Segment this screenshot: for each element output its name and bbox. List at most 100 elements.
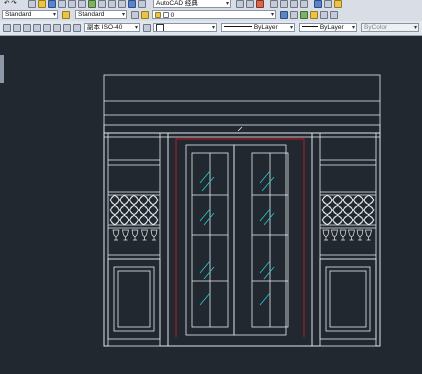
rack-diamond (119, 214, 130, 226)
text-style-dropdown[interactable]: Standard ▾ (2, 10, 58, 19)
cancel-icon[interactable] (256, 0, 264, 8)
grid-icon[interactable] (118, 0, 126, 8)
rack-diamond (109, 214, 121, 226)
layer-dropdown[interactable]: 0 ▾ (152, 10, 276, 19)
dim-scale-dropdown[interactable]: 副本 ISO-40 ▾ (84, 23, 140, 32)
wine-glass (112, 229, 120, 241)
chevron-down-icon: ▾ (52, 12, 56, 18)
chevron-down-icon: ▾ (413, 25, 417, 31)
grid-mode-icon[interactable] (13, 24, 21, 32)
rack-diamond (109, 194, 121, 206)
rack-cell (322, 205, 332, 215)
rack-diamond (147, 204, 159, 216)
pan-icon[interactable] (78, 0, 86, 8)
drawing-canvas[interactable] (0, 35, 422, 374)
layer-icon[interactable] (88, 0, 96, 8)
rack-cell (353, 215, 364, 225)
rack-cell (148, 205, 158, 215)
layer-previous-icon[interactable] (280, 11, 288, 19)
rack-cell (332, 195, 343, 205)
layer-manager-icon[interactable] (141, 11, 149, 19)
color-dropdown[interactable]: ▾ (153, 23, 217, 32)
layer-states-icon[interactable] (290, 11, 298, 19)
rack-diamond (321, 214, 333, 226)
properties-toolbar: 副本 ISO-40 ▾ ▾ ByLayer ▾ ByLayer ▾ ByColor ▾ (0, 21, 422, 36)
rack-cell (120, 205, 129, 215)
rack-diamond (352, 204, 365, 216)
dim-style-icon[interactable] (62, 11, 70, 19)
rack-diamond (138, 194, 149, 206)
rack-cell (364, 215, 374, 225)
save-icon[interactable] (48, 0, 56, 8)
rack-diamond (321, 204, 333, 216)
match-prop-icon[interactable] (143, 24, 151, 32)
osnap-icon[interactable] (43, 24, 51, 32)
rack-cell (343, 205, 353, 215)
zoom-previous-icon[interactable] (300, 0, 308, 8)
wine-glass (348, 229, 355, 241)
polar-icon[interactable] (33, 24, 41, 32)
door-frame-red (175, 138, 305, 337)
properties-palette-icon[interactable] (314, 0, 322, 8)
rack-diamond (363, 204, 375, 216)
make-current-icon[interactable] (300, 11, 308, 19)
gear-icon[interactable] (236, 0, 244, 8)
ortho-icon[interactable] (23, 24, 31, 32)
workspace-settings-icon[interactable] (246, 0, 254, 8)
zoom-icon[interactable] (68, 0, 76, 8)
new-file-icon[interactable] (28, 0, 36, 8)
linetype-dropdown[interactable]: ByLayer ▾ (221, 23, 295, 32)
rack-cell (129, 205, 139, 215)
rack-diamond (147, 194, 159, 206)
rack-diamond (352, 194, 365, 206)
open-icon[interactable] (38, 0, 46, 8)
tool-palette-icon[interactable] (334, 0, 342, 8)
right-pilaster (311, 132, 321, 347)
rack-diamond (331, 194, 344, 206)
rack-cell (364, 205, 374, 215)
rack-diamond (119, 204, 130, 216)
cabinet-top-box (103, 74, 381, 138)
table-style-icon[interactable] (131, 11, 139, 19)
properties-icon[interactable] (98, 0, 106, 8)
left-pilaster (159, 132, 169, 347)
rack-diamond (109, 204, 121, 216)
snap-icon[interactable] (3, 24, 11, 32)
rack-diamond (342, 194, 354, 206)
left-hanging-glasses (112, 229, 158, 241)
rack-diamond (119, 194, 130, 206)
wine-glass (122, 229, 129, 241)
workspace-dropdown[interactable]: AutoCAD 经典 ▾ (153, 0, 231, 8)
dim-style-dropdown[interactable]: Standard ▾ (75, 10, 127, 19)
wine-glass (141, 229, 148, 241)
undo-redo-icons[interactable]: ↶ ↷ (4, 0, 17, 8)
dyn-icon[interactable] (63, 24, 71, 32)
plot-style-dropdown[interactable]: ByColor ▾ (361, 23, 419, 32)
layer-isolate-icon[interactable] (320, 11, 328, 19)
print-icon[interactable] (58, 0, 66, 8)
rack-cell (353, 195, 364, 205)
chevron-down-icon: ▾ (289, 25, 293, 31)
chevron-down-icon: ▾ (211, 25, 215, 31)
design-center-icon[interactable] (324, 0, 332, 8)
rack-cell (148, 195, 158, 205)
otrack-icon[interactable] (53, 24, 61, 32)
zoom-realtime-icon[interactable] (280, 0, 288, 8)
lineweight-dropdown[interactable]: ByLayer ▾ (299, 23, 357, 32)
zoom-window-icon[interactable] (290, 0, 298, 8)
rack-diamond (331, 214, 344, 226)
chevron-down-icon: ▾ (351, 25, 355, 31)
layer-freeze-icon[interactable] (330, 11, 338, 19)
layer-walk-icon[interactable] (310, 11, 318, 19)
rack-cell (322, 215, 332, 225)
right-hanging-glasses (322, 229, 372, 241)
rack-cell (148, 215, 158, 225)
lwt-icon[interactable] (73, 24, 81, 32)
right-glass-door (233, 144, 287, 336)
pan-realtime-icon[interactable] (270, 0, 278, 8)
match-icon[interactable] (108, 0, 116, 8)
help-icon[interactable] (138, 0, 146, 8)
rack-diamond (128, 214, 140, 226)
calc-icon[interactable] (128, 0, 136, 8)
rack-diamond (128, 204, 140, 216)
